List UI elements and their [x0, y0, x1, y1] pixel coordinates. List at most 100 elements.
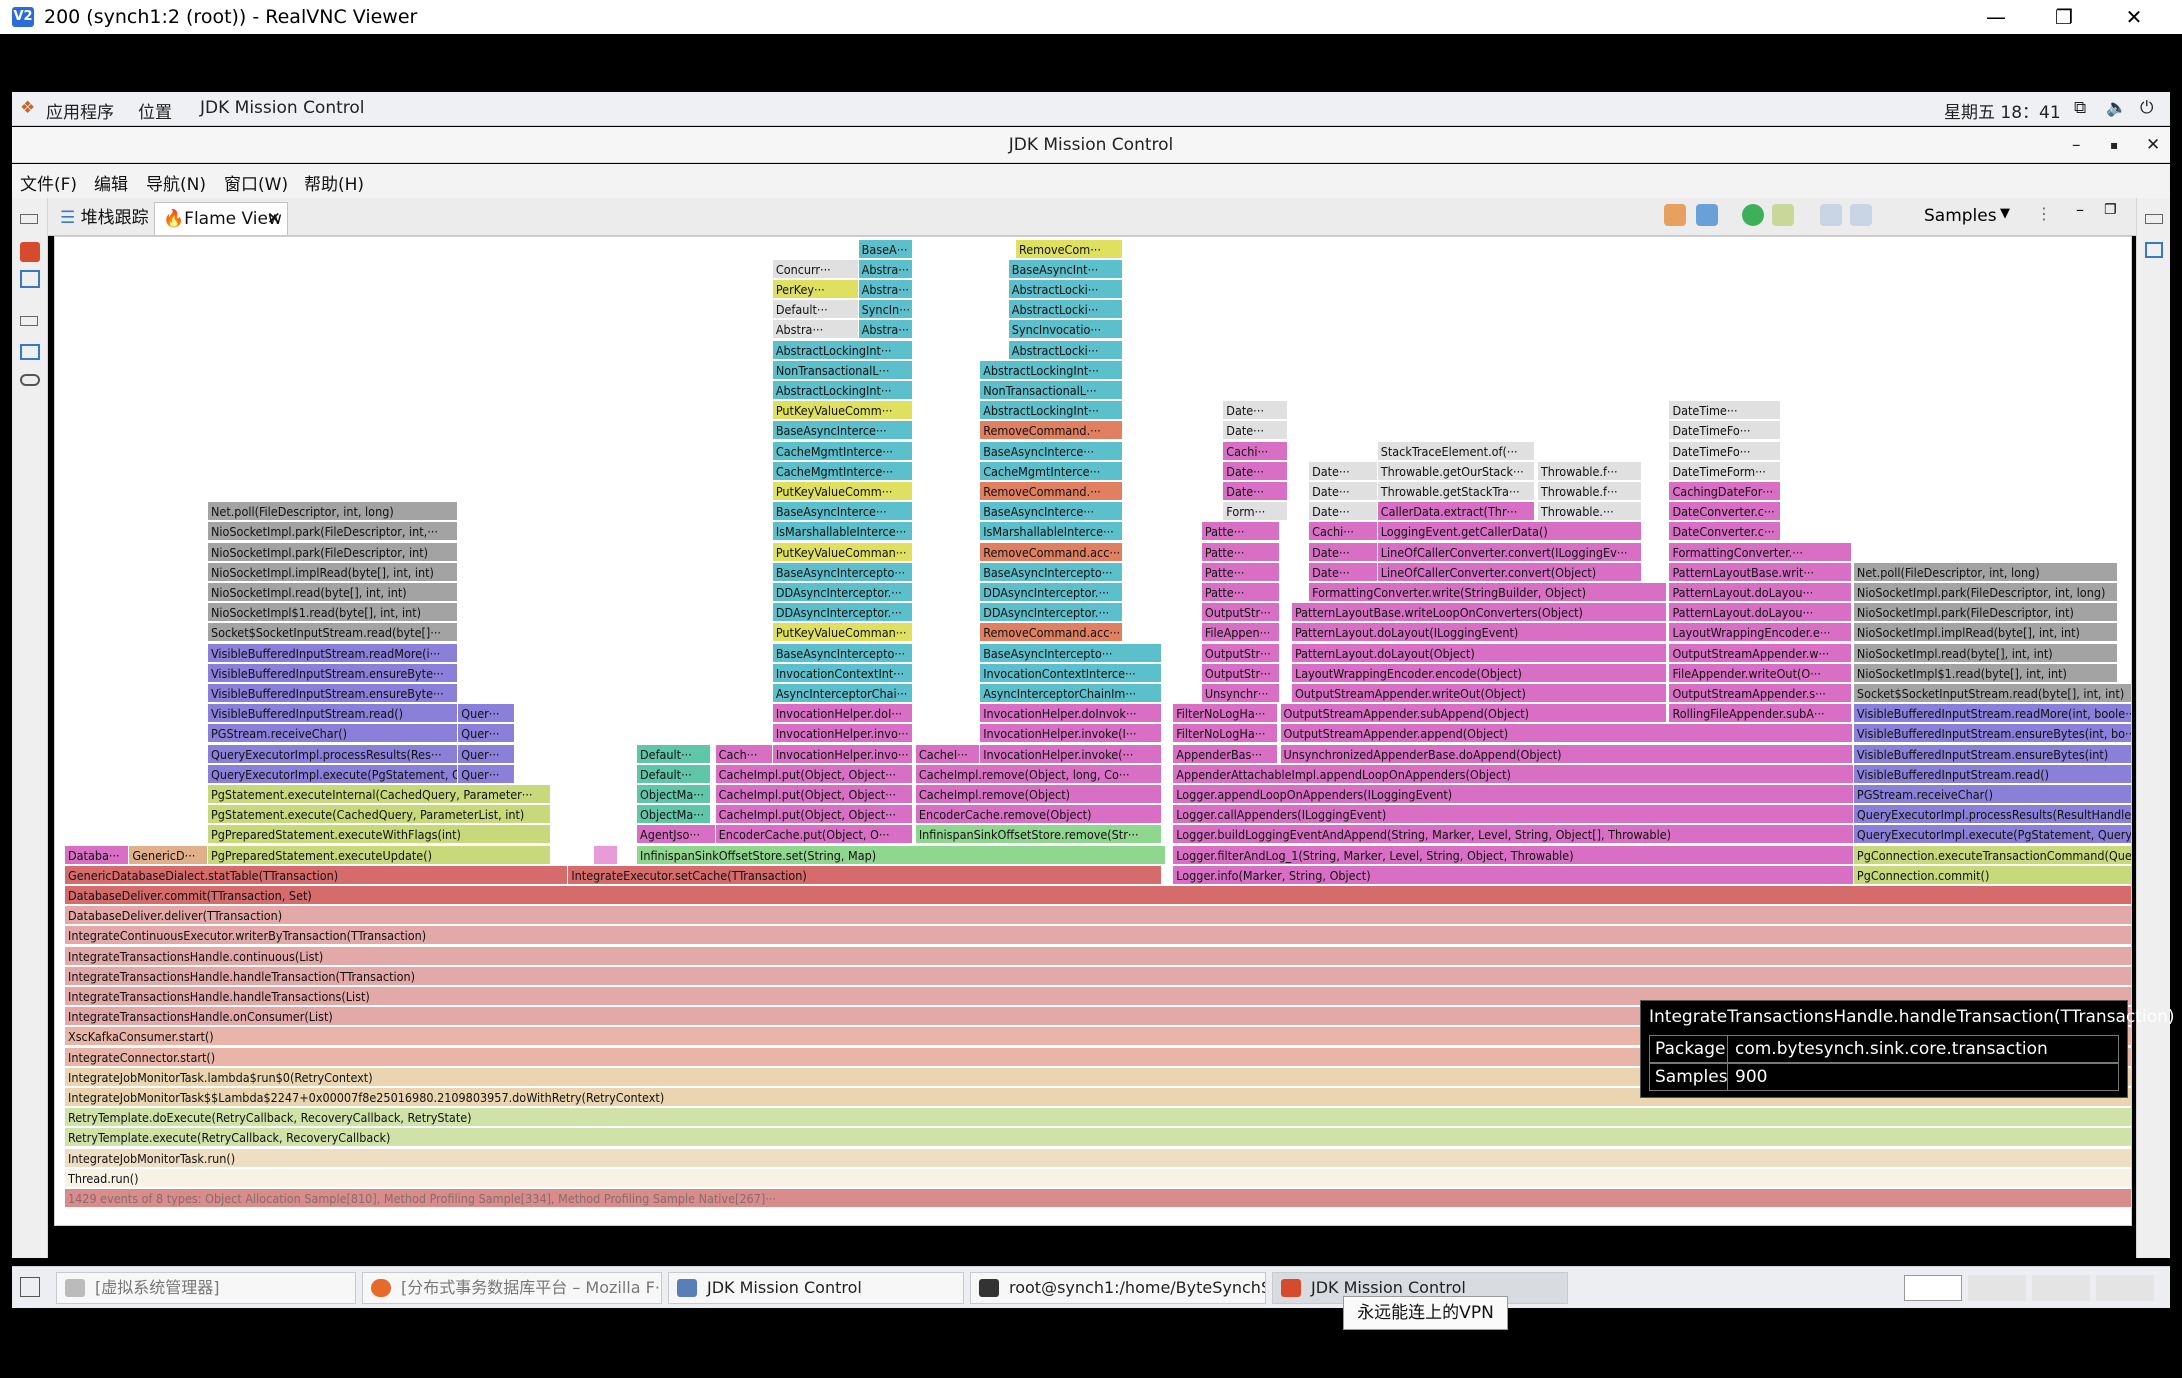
- flame-frame[interactable]: IntegrateTransactionsHandle.continuous(L…: [65, 946, 2131, 966]
- flame-frame[interactable]: InvocationHelper.invoke(I···: [980, 724, 1162, 744]
- flame-frame[interactable]: Date···: [1223, 482, 1288, 501]
- flame-frame[interactable]: PatternLayout.doLayou···: [1669, 603, 1853, 623]
- flame-frame[interactable]: ObjectMa···: [637, 785, 712, 804]
- flame-frame[interactable]: VisibleBufferedInputStream.read(): [208, 704, 459, 724]
- flame-frame[interactable]: AsyncInterceptorChainIm···: [980, 684, 1162, 703]
- flame-frame[interactable]: NioSocketImpl.read(byte[], int, int): [1853, 643, 2119, 663]
- close-icon[interactable]: ✕: [2146, 127, 2160, 163]
- flame-frame[interactable]: PatternLayout.doLayout(ILoggingEvent): [1291, 623, 1667, 643]
- flame-frame[interactable]: BaseAsyncIntercepto···: [772, 562, 913, 582]
- flame-frame[interactable]: FormattingConverter.write(StringBuilder,…: [1309, 583, 1667, 602]
- flame-frame[interactable]: InvocationHelper.invo···: [772, 724, 913, 744]
- flame-frame[interactable]: Form···: [1223, 502, 1288, 522]
- chevron-down-icon[interactable]: ▼: [2000, 206, 2010, 221]
- flame-frame[interactable]: QueryExecutorImpl.processResults(Res···: [208, 744, 459, 764]
- maximize-icon[interactable]: ❐: [2034, 2, 2094, 32]
- flame-frame[interactable]: PgStatement.executeInternal(CachedQuery,…: [208, 785, 552, 804]
- flame-frame[interactable]: OutputStreamAppender.w···: [1669, 643, 1853, 663]
- flame-frame[interactable]: FormattingConverter.···: [1669, 542, 1853, 562]
- active-app-label[interactable]: JDK Mission Control: [200, 98, 365, 118]
- flame-frame[interactable]: CacheMgmtInterce···: [772, 441, 913, 461]
- flame-frame[interactable]: Date···: [1309, 542, 1378, 562]
- flame-frame[interactable]: NioSocketImpl.park(FileDescriptor, int): [208, 542, 459, 562]
- flame-frame[interactable]: Logger.buildLoggingEventAndAppend(String…: [1173, 825, 1854, 845]
- flame-frame[interactable]: Default···: [637, 764, 712, 784]
- flame-frame[interactable]: OutputStreamAppender.append(Object): [1280, 724, 1853, 744]
- properties-icon[interactable]: [20, 344, 40, 360]
- flame-frame[interactable]: CallerData.extract(Thr···: [1377, 502, 1536, 522]
- close-icon[interactable]: ✕: [2104, 2, 2164, 32]
- flame-frame[interactable]: PGStream.receiveChar(): [1853, 785, 2131, 804]
- flame-frame[interactable]: InvocationHelper.invoke(···: [980, 744, 1162, 764]
- flame-frame[interactable]: GenericD···: [129, 845, 208, 865]
- flame-frame[interactable]: VisibleBufferedInputStream.ensureBytes(i…: [1853, 744, 2131, 764]
- flame-frame[interactable]: Default···: [772, 300, 859, 320]
- flame-frame[interactable]: EncoderCache.remove(Object): [915, 805, 1162, 825]
- flame-frame[interactable]: Socket$SocketInputStream.read(byte[]···: [208, 623, 459, 643]
- flame-frame[interactable]: DateConverter.c···: [1669, 502, 1781, 522]
- export-icon[interactable]: [1820, 204, 1842, 226]
- flame-frame[interactable]: PutKeyValueComm···: [772, 482, 913, 501]
- flame-frame[interactable]: OutputStreamAppender.subAppend(Object): [1280, 704, 1667, 724]
- flame-frame[interactable]: DateConverter.c···: [1669, 522, 1781, 542]
- flame-frame[interactable]: Unsynchr···: [1201, 684, 1281, 703]
- flame-frame[interactable]: CacheI···: [915, 744, 981, 764]
- flame-frame[interactable]: Quer···: [458, 764, 516, 784]
- flame-frame[interactable]: Logger.appendLoopOnAppenders(ILoggingEve…: [1173, 785, 1854, 804]
- panel-icon[interactable]: [2145, 242, 2163, 258]
- flame-frame[interactable]: AbstractLockingInt···: [772, 381, 913, 400]
- flame-frame[interactable]: Logger.filterAndLog_1(String, Marker, Le…: [1173, 845, 1854, 865]
- flame-frame[interactable]: PerKey···: [772, 280, 859, 299]
- flame-frame[interactable]: InvocationHelper.invo···: [772, 744, 913, 764]
- minimize-view-icon[interactable]: [20, 214, 38, 224]
- flame-frame[interactable]: RetryTemplate.doExecute(RetryCallback, R…: [65, 1108, 2131, 1128]
- close-tab-icon[interactable]: ✕: [267, 203, 281, 236]
- volume-icon[interactable]: 🔈: [2106, 98, 2127, 118]
- flame-frame[interactable]: Cach···: [715, 744, 773, 764]
- flame-frame[interactable]: OutputStr···: [1201, 643, 1281, 663]
- workspace-4[interactable]: [2096, 1275, 2154, 1301]
- flame-frame[interactable]: Patte···: [1201, 562, 1281, 582]
- flame-frame[interactable]: NonTransactionalL···: [980, 381, 1124, 400]
- flame-frame[interactable]: OutputStreamAppender.s···: [1669, 684, 1853, 703]
- flame-frame[interactable]: PgConnection.executeTransactionCommand(Q…: [1853, 845, 2131, 865]
- flame-frame[interactable]: Date···: [1309, 562, 1378, 582]
- refresh-icon[interactable]: [1742, 204, 1764, 226]
- flame-frame[interactable]: InvocationHelper.doI···: [772, 704, 913, 724]
- flame-frame[interactable]: RemoveCommand.···: [980, 482, 1124, 501]
- places-menu[interactable]: 位置: [138, 98, 172, 123]
- flame-frame[interactable]: CacheMgmtInterce···: [772, 461, 913, 481]
- flame-frame[interactable]: Databa···: [65, 845, 130, 865]
- flame-frame[interactable]: NioSocketImpl.read(byte[], int, int): [208, 583, 459, 602]
- flame-frame[interactable]: Logger.callAppenders(ILoggingEvent): [1173, 805, 1854, 825]
- flame-frame[interactable]: BaseAsyncInt···: [1008, 259, 1124, 279]
- flame-frame[interactable]: VisibleBufferedInputStream.ensureBytes(i…: [1853, 724, 2131, 744]
- flame-frame[interactable]: RollingFileAppender.subA···: [1669, 704, 1853, 724]
- flame-frame[interactable]: OutputStreamAppender.writeOut(Object): [1291, 684, 1667, 703]
- flame-frame[interactable]: RetryTemplate.execute(RetryCallback, Rec…: [65, 1128, 2131, 1148]
- flame-frame[interactable]: IsMarshallableInterce···: [980, 522, 1124, 542]
- flame-frame[interactable]: Date···: [1309, 461, 1378, 481]
- flame-frame[interactable]: DateTimeFo···: [1669, 441, 1781, 461]
- flame-frame[interactable]: DateTimeFo···: [1669, 421, 1781, 441]
- power-icon[interactable]: ⏻: [2140, 98, 2153, 118]
- flame-frame[interactable]: CacheImpl.remove(Object, long, Co···: [915, 764, 1162, 784]
- flame-frame[interactable]: CacheImpl.remove(Object): [915, 785, 1162, 804]
- flame-frame[interactable]: DatabaseDeliver.deliver(TTransaction): [65, 906, 2131, 926]
- flame-frame[interactable]: RemoveCommand.···: [980, 421, 1124, 441]
- flame-frame[interactable]: ObjectMa···: [637, 805, 712, 825]
- flame-frame[interactable]: IntegrateJobMonitorTask.run(): [65, 1148, 2131, 1168]
- maximize-icon[interactable]: ▪: [2110, 127, 2118, 163]
- flame-frame[interactable]: AbstractLockingInt···: [980, 401, 1124, 421]
- flame-frame[interactable]: PgStatement.execute(CachedQuery, Paramet…: [208, 805, 552, 825]
- flame-frame[interactable]: NonTransactionalL···: [772, 360, 913, 380]
- flame-frame[interactable]: PatternLayoutBase.writeLoopOnConverters(…: [1291, 603, 1667, 623]
- flame-frame[interactable]: CacheImpl.put(Object, Object···: [715, 805, 913, 825]
- flame-frame[interactable]: IntegrateTransactionsHandle.handleTransa…: [65, 966, 2131, 986]
- flame-frame[interactable]: UnsynchronizedAppenderBase.doAppend(Obje…: [1280, 744, 1853, 764]
- flame-frame[interactable]: CachingDateFor···: [1669, 482, 1781, 501]
- outline-icon[interactable]: [20, 270, 40, 288]
- flame-frame[interactable]: AbstractLocki···: [1008, 340, 1124, 360]
- flame-frame[interactable]: VisibleBufferedInputStream.ensureByte···: [208, 663, 459, 683]
- flame-frame[interactable]: Throwable.f···: [1537, 461, 1643, 481]
